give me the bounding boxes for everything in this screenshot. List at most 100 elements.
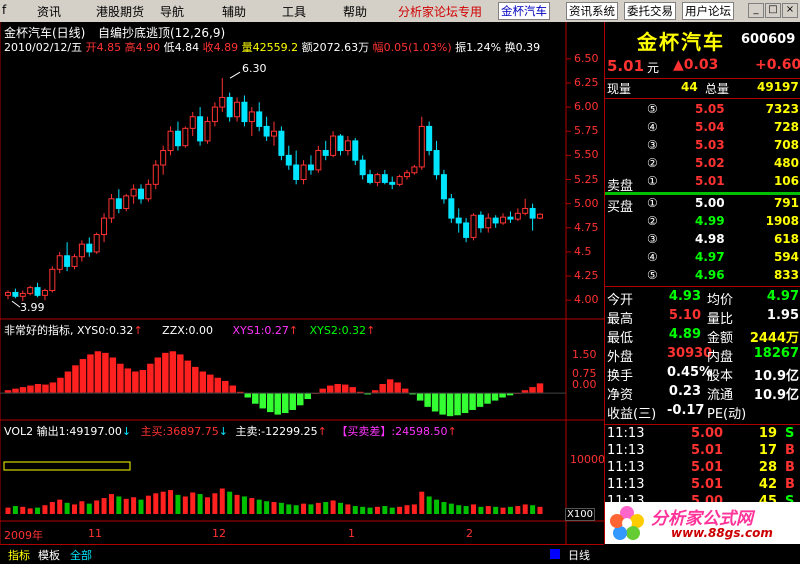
candle-body xyxy=(204,121,211,142)
volume-bar xyxy=(27,508,33,514)
stat-row: 外盘 30930 内盘 18267 xyxy=(607,346,799,365)
indicator-bar xyxy=(303,392,312,400)
candle-body xyxy=(477,214,484,229)
xys2-value: XYS2:0.32 xyxy=(309,324,367,337)
menu-item-hk-futures[interactable]: 港股期货 xyxy=(96,3,144,20)
volume-bar xyxy=(345,504,351,514)
ind-axis-label: 0.00 xyxy=(572,378,597,391)
tick-side: B xyxy=(785,460,795,475)
kline-chart[interactable] xyxy=(0,22,604,544)
current-price: 5.01 xyxy=(607,57,645,75)
stat-row: 最低 4.89 金额 2444万 xyxy=(607,327,799,346)
menu-item-tools[interactable]: 工具 xyxy=(282,3,306,20)
vol-title: VOL2 xyxy=(4,425,34,438)
volume-bar xyxy=(463,506,469,514)
candle-body xyxy=(307,164,314,171)
trade-button[interactable]: 委托交易 xyxy=(624,2,676,20)
now-vol: 44 xyxy=(681,80,698,94)
stat-label: 量比 xyxy=(707,312,734,327)
indicator-bar xyxy=(491,392,499,402)
price-axis-label: 5.00 xyxy=(574,196,599,210)
candle-body xyxy=(411,166,418,174)
stock-code: 600609 xyxy=(741,32,796,47)
volume-bar xyxy=(131,497,137,514)
stat-label: 净资 xyxy=(607,388,634,403)
ask-price: 5.02 xyxy=(695,156,725,170)
tab-indicator[interactable]: 指标 xyxy=(8,547,30,563)
forum-promo-text: 分析家论坛专用 xyxy=(398,5,483,19)
price-axis-label: 4.75 xyxy=(574,220,599,234)
tick-side: S xyxy=(785,426,795,441)
stat-value: 1.95 xyxy=(766,308,799,323)
menu-item-info[interactable]: 资讯 xyxy=(37,3,61,20)
indicator-bar xyxy=(446,392,454,417)
indicator-bar xyxy=(401,388,409,394)
candle-body xyxy=(145,183,152,200)
volume-bar xyxy=(64,502,70,514)
volume-bar xyxy=(522,504,528,514)
candle-body xyxy=(234,101,241,118)
candle-body xyxy=(537,213,543,219)
candle-body xyxy=(123,195,130,209)
volume-bar xyxy=(315,502,321,514)
minimize-icon[interactable]: _ xyxy=(748,3,764,18)
volume-bar xyxy=(197,494,203,514)
zzx-value: ZZX:0.00 xyxy=(162,324,213,337)
menu-item-assist[interactable]: 辅助 xyxy=(222,3,246,20)
menu-item-navigate[interactable]: 导航 xyxy=(160,3,184,20)
candle-body xyxy=(12,291,19,297)
indicator-bar xyxy=(11,388,20,394)
bid-vol: 594 xyxy=(773,250,799,264)
ask-level: ③ xyxy=(647,138,658,152)
total-vol: 49197 xyxy=(757,80,799,94)
ask-price: 5.04 xyxy=(695,120,725,134)
user-forum-button[interactable]: 用户论坛 xyxy=(682,2,734,20)
stat-value: 10.9亿 xyxy=(753,388,799,403)
volume-bar xyxy=(256,499,262,514)
info-system-button[interactable]: 资讯系统 xyxy=(566,2,618,20)
candle-body xyxy=(160,150,167,166)
ohlc-line: 2010/02/12/五 开4.85 高4.90 低4.84 收4.89 量42… xyxy=(4,39,564,55)
close-icon[interactable]: × xyxy=(782,3,798,18)
price-axis-label: 4.5 xyxy=(574,244,592,258)
candle-body xyxy=(426,125,433,152)
menu-item-system[interactable]: f xyxy=(2,3,6,17)
indicator-bar xyxy=(259,392,267,409)
indicator2-title: 非常好的指标, xyxy=(4,324,74,337)
menu-item-help[interactable]: 帮助 xyxy=(343,3,367,20)
candle-body xyxy=(315,150,322,171)
candle-body xyxy=(182,127,189,147)
period-label[interactable]: 日线 xyxy=(568,547,590,563)
bid-vol: 833 xyxy=(773,268,799,282)
volume-bar xyxy=(20,506,26,514)
volume-bar xyxy=(338,502,343,514)
candle-body xyxy=(300,164,307,180)
volume-header: VOL2 输出1:49197.00↓ 主买:36897.75↓ 主卖:-1229… xyxy=(4,425,457,438)
flower-logo-icon xyxy=(610,506,644,540)
indicator-bar xyxy=(94,350,102,394)
ask-vol: 106 xyxy=(773,174,799,188)
maximize-icon[interactable]: □ xyxy=(765,3,781,18)
stock-name-button[interactable]: 金杯汽车 xyxy=(498,2,550,20)
period-color-icon xyxy=(550,549,560,559)
high-marker: 6.30 xyxy=(242,62,267,75)
stat-value: 4.93 xyxy=(668,289,701,304)
candle-body xyxy=(226,96,233,118)
tab-all[interactable]: 全部 xyxy=(70,547,92,563)
indicator-bar xyxy=(101,352,110,394)
indicator-bar xyxy=(416,392,424,402)
volume-bar xyxy=(308,504,314,514)
candle-body xyxy=(374,174,381,183)
candle-body xyxy=(86,243,93,253)
chart-area[interactable]: 金杯汽车(日线) 自编抄底逃顶(12,26,9) 2010/02/12/五 开4… xyxy=(0,22,605,544)
candle-body xyxy=(322,150,329,156)
tab-template[interactable]: 模板 xyxy=(38,547,60,563)
low-marker-line xyxy=(11,300,21,308)
low-value: 4.84 xyxy=(174,41,200,54)
candle-body xyxy=(27,287,34,294)
candle-body xyxy=(64,255,71,267)
candle-body xyxy=(440,174,447,200)
tick-vol: 42 xyxy=(758,477,777,492)
bid-level: ① xyxy=(647,196,658,210)
indicator-bar xyxy=(86,353,95,394)
